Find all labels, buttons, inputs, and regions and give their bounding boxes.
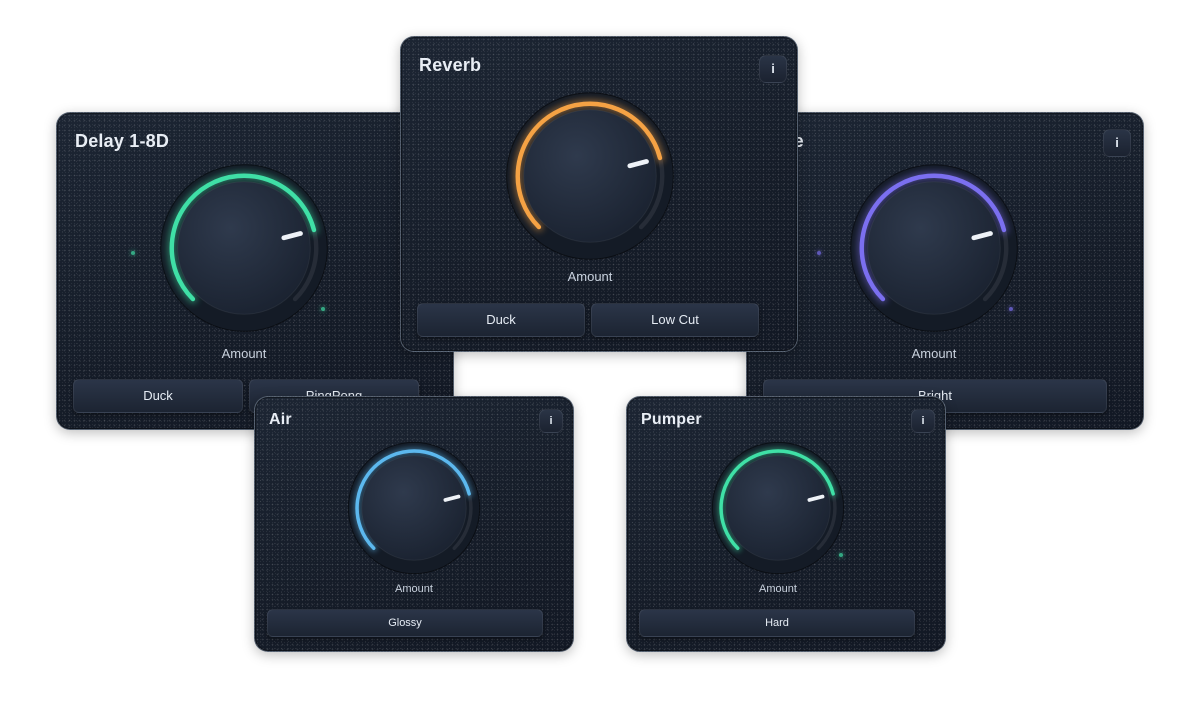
panel-title: Delay 1-8D [75,131,170,151]
panel-title: Reverb [419,55,482,75]
accent-dot [131,251,135,255]
knob-label: Amount [221,346,267,361]
knob-label: Amount [395,583,433,595]
info-button[interactable]: i [911,409,935,433]
duck-button[interactable]: Duck [417,303,585,337]
air-panel: Air i Amount Glossy [254,396,574,652]
info-button[interactable]: i [1103,129,1131,157]
knob-face [177,181,311,315]
accent-dot [839,553,843,557]
knob-graphic [506,92,674,260]
knob-face [523,109,657,243]
info-icon: i [771,61,775,76]
accent-dot [321,307,325,311]
rise-panel: Rise i Amount Bright [746,112,1144,430]
accent-dot [1009,307,1013,311]
knob-face [867,181,1001,315]
amount-knob[interactable] [159,163,329,333]
knob-label: Amount [911,346,957,361]
amount-knob[interactable] [711,441,845,575]
info-icon: i [921,415,925,427]
reverb-panel: Reverb i Amount Duck Low Cut [400,36,798,352]
amount-knob[interactable] [849,163,1019,333]
low-cut-button[interactable]: Low Cut [591,303,759,337]
knob-graphic [347,441,481,575]
info-button[interactable]: i [759,55,787,83]
hard-button[interactable]: Hard [639,609,915,637]
amount-knob[interactable] [505,91,675,261]
knob-graphic [711,441,845,575]
amount-knob[interactable] [347,441,481,575]
knob-graphic [850,164,1018,332]
duck-button[interactable]: Duck [73,379,243,413]
knob-graphic [160,164,328,332]
knob-face [725,455,831,561]
pumper-panel: Pumper i Amount Hard [626,396,946,652]
info-button[interactable]: i [539,409,563,433]
panel-title: Pumper [641,411,702,428]
info-icon: i [1115,135,1119,150]
knob-face [361,455,467,561]
effects-stage: Delay 1-8D Amount Duck PingPong Rise i A… [0,0,1200,720]
knob-label: Amount [567,269,613,284]
delay-panel: Delay 1-8D Amount Duck PingPong [56,112,454,430]
glossy-button[interactable]: Glossy [267,609,543,637]
knob-label: Amount [759,583,797,595]
info-icon: i [549,415,553,427]
panel-title: Air [269,411,292,428]
accent-dot [817,251,821,255]
